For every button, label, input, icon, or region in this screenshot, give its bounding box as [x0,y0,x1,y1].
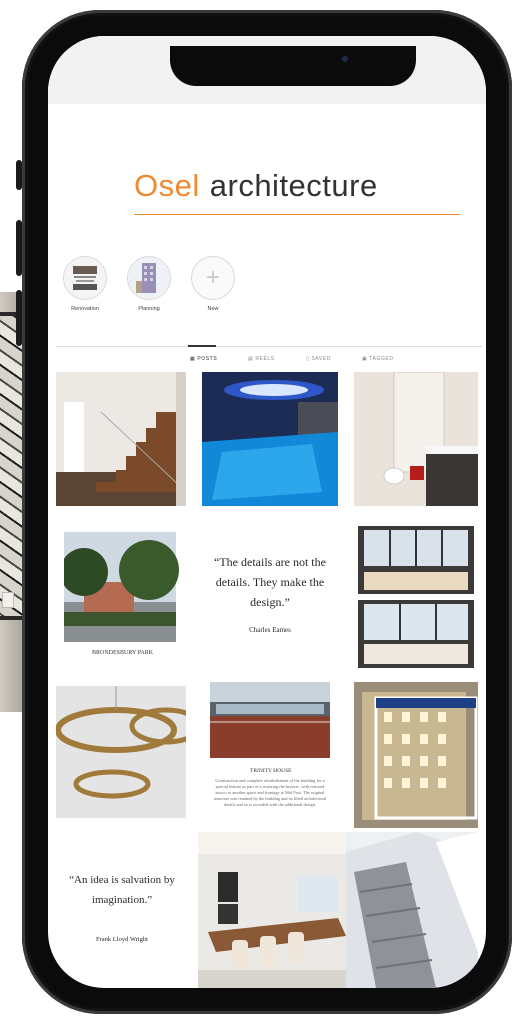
phone-notch [170,46,416,86]
phone-frame: Osel architecture Renovation Planning + … [16,10,512,1014]
post-quote-wright[interactable]: “An idea is salvation by imagination.” F… [56,832,186,982]
brand-logo: Osel architecture [134,168,378,204]
post-pool[interactable] [202,372,338,506]
highlight-label: Planning [138,306,160,312]
quote-author: Frank Lloyd Wright [96,936,148,943]
stair-runner-photo [346,832,478,988]
volume-up-button [16,220,22,276]
brand-name-rest: architecture [209,168,378,203]
post-body-text: Construction and complete refurbishment … [213,778,327,807]
post-bathroom[interactable] [354,372,478,506]
tab-posts[interactable]: ▦ POSTS [190,356,217,362]
post-kitchen[interactable] [198,832,346,988]
phone-screen: Osel architecture Renovation Planning + … [48,36,486,988]
post-caption: BRONDESBURY PARK [92,650,154,656]
wall-outlet [2,592,14,608]
highlight-label: New [207,306,219,312]
post-brondesbury[interactable]: BRONDESBURY PARK [56,522,186,672]
post-quote-eames[interactable]: “The details are not the details. They m… [202,522,338,672]
tab-reels[interactable]: ▤ REELS [248,356,275,362]
logo-underline [134,214,460,215]
new-highlight-circle: + [191,256,235,300]
building-facade-photo [354,682,478,828]
quote-author: Charles Eames [249,626,291,634]
plus-icon: + [205,264,220,291]
active-tab-indicator [188,345,216,347]
brand-name-accent: Osel [134,168,200,203]
staircase-photo [56,372,186,506]
tab-saved[interactable]: ▯ SAVED [306,356,331,362]
post-trinity-house[interactable]: TRINITY HOUSE Construction and complete … [202,682,338,828]
highlight-label: Renovation [71,306,99,312]
post-interior-windows[interactable] [354,522,478,672]
mute-switch [16,160,22,190]
pool-photo [202,372,338,506]
highlight-renovation[interactable]: Renovation [60,256,110,312]
post-stair-runner[interactable] [346,832,478,988]
highlight-new[interactable]: + New [188,256,238,312]
bathroom-photo [354,372,478,506]
tab-tagged[interactable]: ▣ TAGGED [362,356,394,362]
post-ring-lights[interactable] [56,686,186,818]
tabs-divider [56,346,482,347]
post-building-facade[interactable] [354,682,478,828]
trinity-house-photo [210,682,330,758]
post-title: TRINITY HOUSE [250,768,292,774]
planning-thumbnail [127,256,171,300]
highlight-planning[interactable]: Planning [124,256,174,312]
front-camera [342,56,348,62]
volume-down-button [16,290,22,346]
renovation-thumbnail [63,256,107,300]
brondesbury-photo [64,532,179,642]
quote-text: “The details are not the details. They m… [214,555,326,609]
post-staircase[interactable] [56,372,186,506]
interior-windows-photo [354,522,478,672]
kitchen-photo [198,832,346,988]
ring-lights-photo [56,686,186,818]
quote-text: “An idea is salvation by imagination.” [69,874,175,906]
